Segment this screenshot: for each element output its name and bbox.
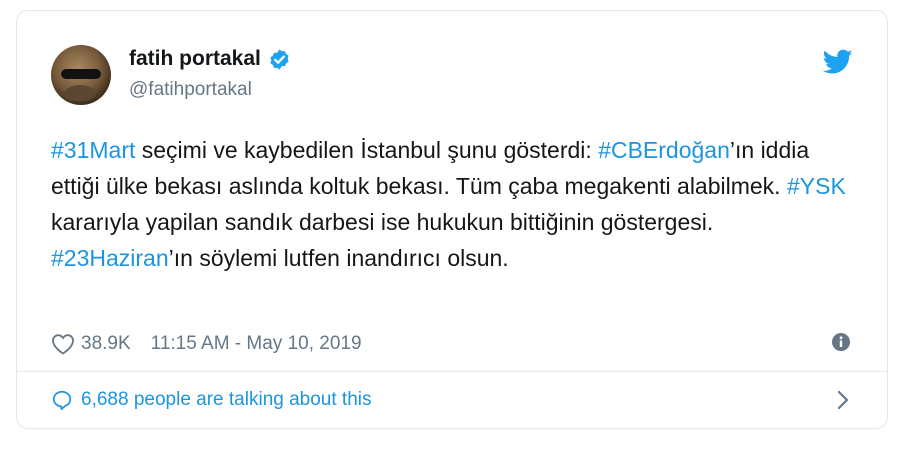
tweet-card: fatih portakal @fatihportakal #31Mart se… [16, 10, 888, 429]
timestamp[interactable]: 11:15 AM - May 10, 2019 [151, 333, 362, 355]
user-handle[interactable]: @fatihportakal [129, 79, 252, 101]
tweet-text-segment: ’ın söylemi lutfen inandırıcı olsun. [168, 245, 509, 271]
tweet-text-segment: kararıyla yapilan sandık darbesi ise huk… [51, 209, 714, 235]
tweet-text: #31Mart seçimi ve kaybedilen İstanbul şu… [51, 132, 851, 276]
conversation-link[interactable]: 6,688 people are talking about this [51, 387, 372, 413]
divider [17, 371, 887, 372]
hashtag-link[interactable]: #CBErdoğan [598, 137, 730, 163]
info-icon[interactable] [831, 332, 851, 352]
speech-bubble-icon [52, 390, 72, 411]
hashtag-link[interactable]: #23Haziran [51, 245, 169, 271]
talking-count-label: 6,688 people are talking about this [81, 389, 372, 410]
verified-badge-icon [270, 48, 289, 70]
tweet-text-segment: seçimi ve kaybedilen İstanbul şunu göste… [135, 137, 599, 163]
avatar[interactable] [51, 45, 111, 105]
hashtag-link[interactable]: #YSK [787, 173, 846, 199]
display-name[interactable]: fatih portakal [129, 47, 261, 71]
like-count[interactable]: 38.9K [81, 333, 131, 355]
author-name-row: fatih portakal [129, 47, 291, 71]
chevron-right-icon[interactable] [835, 389, 851, 411]
heart-icon[interactable] [51, 333, 75, 355]
tweet-meta: 38.9K 11:15 AM - May 10, 2019 [51, 331, 362, 357]
hashtag-link[interactable]: #31Mart [51, 137, 135, 163]
twitter-bird-icon[interactable] [823, 49, 853, 75]
